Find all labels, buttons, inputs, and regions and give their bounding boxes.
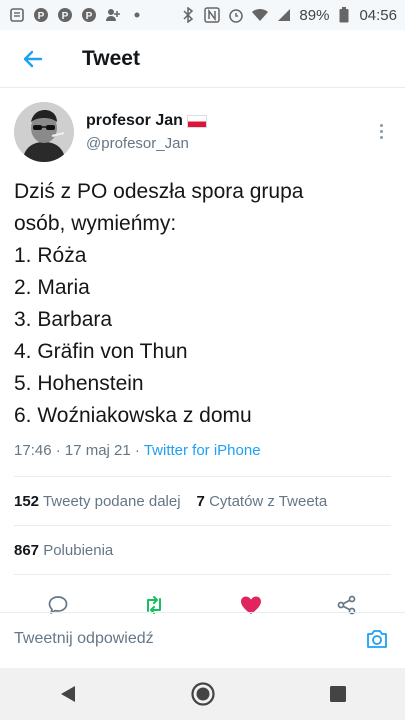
tweet-line: 2. Maria bbox=[14, 276, 90, 299]
arrow-left-icon bbox=[23, 50, 43, 67]
page-title: Tweet bbox=[82, 46, 140, 70]
retweet-stats-row: 152 Tweety podane dalej 7 Cytatów z Twee… bbox=[0, 477, 405, 525]
more-vertical-icon bbox=[379, 124, 383, 127]
notification-icons: P P P bbox=[8, 6, 146, 24]
likes-stat[interactable]: 867 Polubienia bbox=[14, 542, 113, 559]
nfc-icon bbox=[203, 6, 221, 24]
camera-icon bbox=[367, 629, 387, 648]
alarm-icon bbox=[227, 6, 245, 24]
retweets-label: Tweety podane dalej bbox=[42, 492, 181, 510]
tweet: profesor Jan @profesor_Jan Dziś z PO ode… bbox=[0, 98, 405, 635]
tweet-line: 1. Róża bbox=[14, 244, 87, 267]
pinterest-icon: P bbox=[56, 6, 74, 24]
back-button[interactable] bbox=[4, 30, 60, 88]
poland-flag-icon bbox=[186, 114, 207, 128]
reply-bar: Tweetnij odpowiedź bbox=[0, 612, 405, 664]
tweet-line: 6. Woźniakowska z domu bbox=[14, 404, 252, 427]
quotes-stat[interactable]: 7 Cytatów z Tweeta bbox=[197, 493, 328, 510]
tweet-meta: 17:46 · 17 maj 21 · Twitter for iPhone bbox=[0, 432, 405, 464]
tweet-text: Dziś z PO odeszła spora grupa osób, wymi… bbox=[0, 168, 405, 432]
triangle-back-icon bbox=[60, 686, 75, 702]
bluetooth-icon bbox=[179, 6, 197, 24]
author-name-text: profesor Jan bbox=[86, 112, 183, 129]
add-user-icon bbox=[104, 6, 122, 24]
message-icon bbox=[8, 6, 26, 24]
wifi-icon bbox=[251, 6, 269, 24]
tweet-line: 4. Gräfin von Thun bbox=[14, 340, 188, 363]
pinterest-icon: P bbox=[32, 6, 50, 24]
tweet-line: osób, wymieńmy: bbox=[14, 212, 177, 235]
signal-icon bbox=[275, 6, 293, 24]
nav-back-button[interactable] bbox=[48, 674, 88, 714]
more-options-button[interactable] bbox=[371, 124, 391, 139]
likes-label: Polubienia bbox=[43, 541, 114, 559]
tweet-source-link[interactable]: Twitter for iPhone bbox=[144, 442, 261, 459]
avatar[interactable] bbox=[14, 102, 74, 162]
battery-icon bbox=[335, 6, 353, 24]
svg-text:P: P bbox=[86, 11, 93, 22]
retweets-stat[interactable]: 152 Tweety podane dalej bbox=[14, 493, 181, 510]
nav-recents-button[interactable] bbox=[318, 674, 358, 714]
clock: 04:56 bbox=[359, 6, 397, 24]
reply-input[interactable]: Tweetnij odpowiedź bbox=[14, 630, 154, 648]
tweet-line: 3. Barbara bbox=[14, 308, 113, 331]
retweets-count: 152 bbox=[14, 492, 40, 510]
nav-home-button[interactable] bbox=[183, 674, 223, 714]
tweet-line: 5. Hohenstein bbox=[14, 372, 144, 395]
camera-button[interactable] bbox=[363, 625, 391, 653]
status-bar: P P P 89% 04:56 bbox=[0, 0, 405, 30]
likes-stats-row: 867 Polubienia bbox=[0, 526, 405, 574]
system-icons: 89% 04:56 bbox=[179, 6, 397, 24]
dot-icon bbox=[128, 6, 146, 24]
tweet-timestamp: 17:46 · 17 maj 21 · bbox=[14, 442, 144, 459]
author-handle[interactable]: @profesor_Jan bbox=[86, 135, 207, 152]
svg-text:P: P bbox=[38, 11, 45, 22]
svg-text:P: P bbox=[62, 11, 69, 22]
square-recents-icon bbox=[329, 686, 346, 702]
top-bar: Tweet bbox=[0, 30, 405, 88]
pinterest-icon: P bbox=[80, 6, 98, 24]
quotes-label: Cytatów z Tweeta bbox=[209, 492, 328, 510]
battery-percent: 89% bbox=[299, 6, 330, 24]
quotes-count: 7 bbox=[196, 492, 205, 510]
circle-home-icon bbox=[190, 682, 215, 706]
system-nav-bar bbox=[0, 668, 405, 720]
likes-count: 867 bbox=[14, 541, 40, 559]
tweet-author: profesor Jan @profesor_Jan bbox=[0, 98, 405, 168]
tweet-line: Dziś z PO odeszła spora grupa bbox=[14, 180, 304, 203]
author-name[interactable]: profesor Jan bbox=[86, 112, 207, 130]
